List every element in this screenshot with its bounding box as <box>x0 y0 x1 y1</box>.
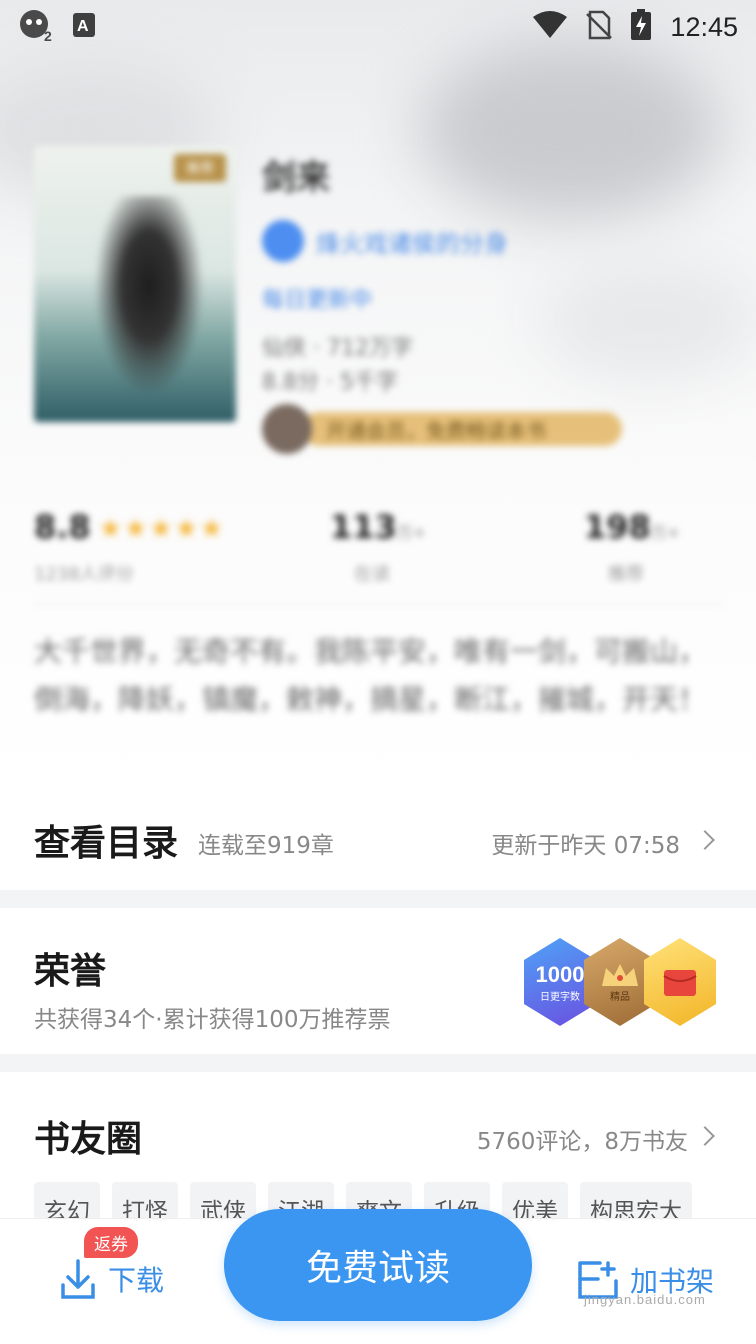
author-row[interactable]: 烽火戏诸侯的分身 <box>262 220 508 262</box>
svg-text:A: A <box>77 18 89 35</box>
author-name: 烽火戏诸侯的分身 <box>316 229 508 258</box>
stat-reading-value: 113 <box>330 508 397 546</box>
promo-text: 开通会员，免费畅读本书 <box>302 412 622 446</box>
divider <box>34 604 722 605</box>
stat-reading: 113万+ 在读 <box>330 508 426 586</box>
book-cover[interactable]: 推荐 <box>34 146 236 422</box>
font-a-icon: A <box>72 12 96 42</box>
vip-promo[interactable]: 开通会员，免费畅读本书 <box>262 404 622 454</box>
rating-stars-icon: ★★★★★ <box>98 514 226 544</box>
honor-badges[interactable]: 1000 日更字数 精品 <box>520 938 730 1028</box>
stat-rating-value: 8.8 <box>34 508 91 546</box>
badge-daily-label: 日更字数 <box>540 991 580 1003</box>
stat-recommend-unit: 万+ <box>650 523 681 542</box>
section-gap <box>0 890 756 908</box>
promo-avatar <box>262 404 312 454</box>
bottom-action-bar: 下载 返券 免费试读 加书架 <box>0 1209 756 1344</box>
update-status-link[interactable]: 每日更新中 <box>262 282 372 314</box>
svg-text:2: 2 <box>44 28 52 42</box>
book-meta-category: 仙侠 · 712万字 <box>262 336 413 361</box>
cover-calligraphy <box>94 196 204 396</box>
book-description[interactable]: 大千世界，无奇不有。我陈平安，唯有一剑，可搬山，倒海，降妖，镇魔，敕神，摘星，断… <box>34 628 722 724</box>
coupon-badge: 返券 <box>84 1227 138 1258</box>
book-detail-page: 2 A 12:45 推荐 剑来 烽火戏诸侯的分身 每日更新中 仙侠 · 712万… <box>0 0 756 1344</box>
status-time: 12:45 <box>670 11 738 42</box>
toc-serial-status: 连载至919章 <box>198 833 334 859</box>
chevron-right-icon <box>695 830 715 850</box>
honor-title: 荣誉 <box>34 950 107 992</box>
badge-daily-value: 1000 <box>535 961 585 987</box>
stat-recommend-label: 推荐 <box>608 564 644 585</box>
circle-title: 书友圈 <box>34 1118 143 1160</box>
watermark-text: jingyan.baidu.com <box>584 1292 706 1307</box>
stat-reading-unit: 万+ <box>396 523 427 542</box>
red-packet-badge-icon <box>644 938 716 1026</box>
book-stats: 8.8 ★★★★★ 1238人评分 113万+ 在读 198万+ 推荐 <box>34 508 722 588</box>
toc-section[interactable]: 查看目录 连载至919章 更新于昨天 07:58 <box>0 790 756 890</box>
no-sim-icon <box>586 10 613 44</box>
wifi-icon <box>532 11 568 43</box>
game-app-icon: 2 <box>18 8 56 46</box>
free-read-button[interactable]: 免费试读 <box>224 1209 532 1321</box>
download-label: 下载 <box>108 1264 165 1297</box>
stat-reading-label: 在读 <box>354 564 390 585</box>
toc-updated-time: 更新于昨天 07:58 <box>491 833 680 859</box>
download-icon <box>61 1259 95 1299</box>
circle-stats: 5760评论，8万书友 <box>476 1129 688 1155</box>
book-meta-score: 8.8分 · 5千字 <box>262 370 398 395</box>
status-bar: 2 A 12:45 <box>0 0 756 54</box>
section-gap <box>0 1054 756 1072</box>
cover-tag: 推荐 <box>174 154 226 182</box>
battery-charging-icon <box>630 9 652 45</box>
book-title: 剑来 <box>262 158 330 198</box>
stat-rating[interactable]: 8.8 ★★★★★ 1238人评分 <box>34 508 225 586</box>
stat-rating-label: 1238人评分 <box>34 564 134 585</box>
honor-summary: 共获得34个·累计获得100万推荐票 <box>34 1007 391 1033</box>
badge-quality-label: 精品 <box>610 991 630 1003</box>
download-button[interactable]: 下载 <box>60 1257 164 1301</box>
toc-title: 查看目录 <box>34 822 179 864</box>
chevron-right-icon <box>695 1126 715 1146</box>
stat-recommend: 198万+ 推荐 <box>584 508 680 586</box>
author-avatar-icon <box>262 220 304 262</box>
stat-recommend-value: 198 <box>584 508 651 546</box>
honor-section[interactable]: 荣誉 共获得34个·累计获得100万推荐票 1000 日更字数 精品 <box>0 908 756 1054</box>
